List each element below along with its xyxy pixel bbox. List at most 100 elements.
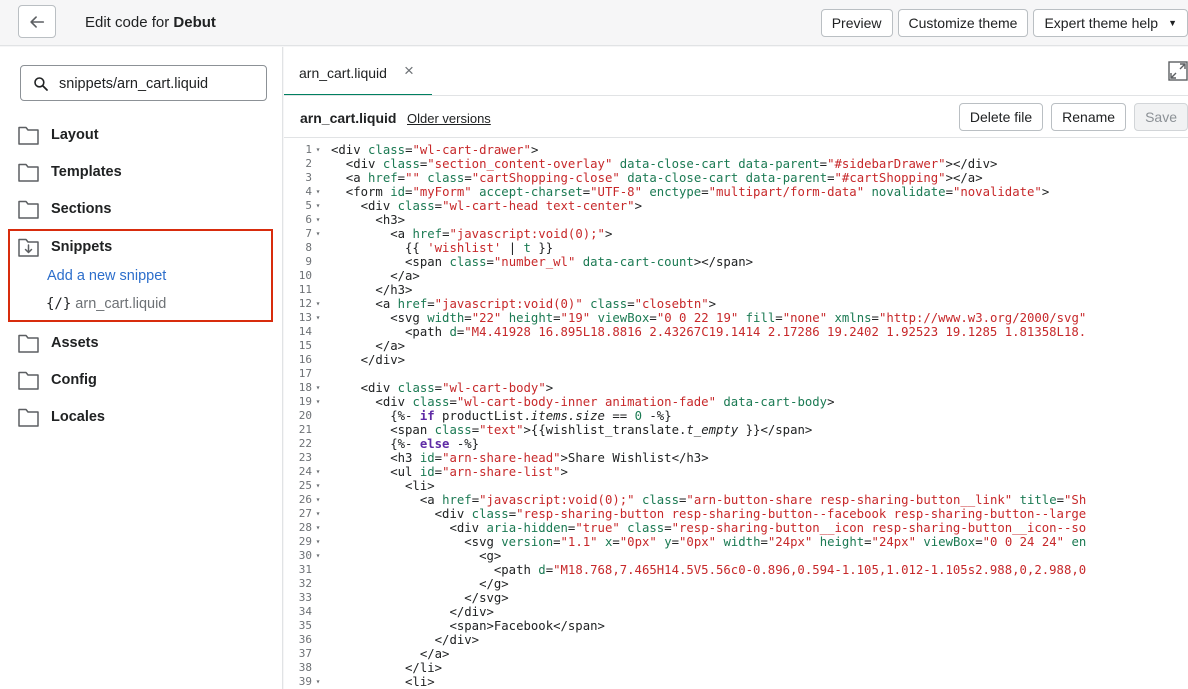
- code-token: <a: [331, 227, 413, 241]
- fold-arrow-icon[interactable]: ▾: [312, 521, 324, 535]
- folder-snippets[interactable]: Snippets: [18, 235, 112, 259]
- code-line: </h3>: [331, 283, 1086, 297]
- fold-arrow-icon[interactable]: ▾: [312, 143, 324, 157]
- code-token: </g>: [331, 577, 509, 591]
- code-editor-panel: arn_cart.liquid × arn_cart.liquid Older …: [284, 47, 1188, 689]
- line-number-text: 4: [305, 185, 312, 198]
- code-token: </h3>: [331, 283, 413, 297]
- fold-arrow-icon[interactable]: ▾: [312, 381, 324, 395]
- line-number: 5 ▾: [284, 199, 324, 213]
- line-number: 29 ▾: [284, 535, 324, 549]
- code-line: <path d="M18.768,7.465H14.5V5.56c0-0.896…: [331, 563, 1086, 577]
- line-number: 30 ▾: [284, 549, 324, 563]
- code-token: "": [405, 171, 420, 185]
- code-area[interactable]: 1 ▾ 2 3 4 ▾ 5 ▾ 6 ▾ 7 ▾ 8 9 10 11 12 ▾ 13 ▾ 14 15 16 17 18 ▾ 19 ▾ 20…: [284, 139, 1188, 689]
- delete-label: Delete file: [969, 109, 1033, 125]
- code-token: width: [427, 311, 465, 325]
- code-token: <div: [331, 395, 413, 409]
- code-token: data-parent: [738, 157, 820, 171]
- search-value: snippets/arn_cart.liquid: [59, 76, 209, 92]
- line-number: 21: [284, 423, 324, 437]
- save-button[interactable]: Save: [1134, 103, 1188, 131]
- code-token: <li>: [331, 675, 435, 689]
- code-token: =: [775, 311, 783, 325]
- code-token: viewBox: [597, 311, 650, 325]
- fold-arrow-icon[interactable]: ▾: [312, 199, 324, 213]
- search-input[interactable]: snippets/arn_cart.liquid: [20, 65, 267, 101]
- code-token: <div: [331, 381, 398, 395]
- fold-arrow-icon[interactable]: ▾: [312, 535, 324, 549]
- fullscreen-icon[interactable]: [1168, 61, 1188, 81]
- code-line: <h3>: [331, 213, 1086, 227]
- fold-arrow-icon[interactable]: ▾: [312, 311, 324, 325]
- older-versions-link[interactable]: Older versions: [407, 111, 491, 126]
- fold-arrow-icon[interactable]: ▾: [312, 479, 324, 493]
- line-number-text: 31: [298, 563, 312, 576]
- preview-button[interactable]: Preview: [820, 9, 893, 37]
- fold-arrow-icon[interactable]: ▾: [312, 465, 324, 479]
- code-token: "wl-cart-head text-center": [442, 199, 635, 213]
- code-token: class: [590, 297, 628, 311]
- code-token: =: [464, 311, 472, 325]
- folder-assets[interactable]: Assets: [18, 331, 99, 355]
- line-number-text: 30: [298, 549, 312, 562]
- code-line: <li>: [331, 479, 1086, 493]
- folder-locales[interactable]: Locales: [18, 405, 105, 429]
- expert-help-button[interactable]: Expert theme help ▼: [1033, 9, 1188, 37]
- fold-arrow-icon[interactable]: ▾: [312, 213, 324, 227]
- delete-file-button[interactable]: Delete file: [958, 103, 1044, 131]
- line-number: 14: [284, 325, 324, 339]
- fold-arrow-icon[interactable]: ▾: [312, 227, 324, 241]
- rename-button[interactable]: Rename: [1051, 103, 1127, 131]
- code-token: >: [545, 381, 554, 395]
- add-snippet-link[interactable]: Add a new snippet: [47, 268, 166, 284]
- line-number-text: 13: [298, 311, 312, 324]
- code-token: <span: [331, 423, 435, 437]
- code-token: class: [368, 143, 406, 157]
- back-button[interactable]: [18, 5, 56, 38]
- folder-sections[interactable]: Sections: [18, 197, 111, 221]
- code-line: <form id = "myForm" accept-charset = "UTF-8"…: [331, 185, 1086, 199]
- code-token: =: [471, 493, 480, 507]
- fold-arrow-icon[interactable]: ▾: [312, 395, 324, 409]
- folder-config[interactable]: Config: [18, 368, 97, 392]
- line-number-text: 25: [298, 479, 312, 492]
- code-token: >{{: [523, 423, 546, 437]
- code-token: "arn-share-list": [442, 465, 561, 479]
- code-line: <svg width="22" height="19" viewBox="0 0…: [331, 311, 1086, 325]
- folder-icon: [18, 126, 39, 145]
- top-bar: Edit code for Debut Preview Customize th…: [0, 0, 1188, 46]
- code-token: class: [412, 395, 450, 409]
- fold-arrow-icon[interactable]: ▾: [312, 185, 324, 199]
- fold-arrow-icon[interactable]: ▾: [312, 493, 324, 507]
- line-number-text: 18: [298, 381, 312, 394]
- code-token: t_empty: [686, 423, 739, 437]
- close-icon[interactable]: ×: [404, 61, 414, 81]
- code-token: else: [419, 437, 450, 451]
- folder-templates[interactable]: Templates: [18, 160, 122, 184]
- code-token: =: [545, 563, 554, 577]
- tab-arn-cart[interactable]: arn_cart.liquid ×: [284, 47, 432, 96]
- customize-theme-button[interactable]: Customize theme: [897, 9, 1029, 37]
- fold-arrow-icon[interactable]: ▾: [312, 507, 324, 521]
- code-token: =: [508, 507, 517, 521]
- code-token: <div: [331, 521, 487, 535]
- fold-arrow-icon[interactable]: ▾: [312, 549, 324, 563]
- line-number-text: 10: [298, 269, 312, 282]
- fold-arrow-icon[interactable]: ▾: [312, 297, 324, 311]
- line-number-text: 29: [298, 535, 312, 548]
- code-token: fill: [745, 311, 776, 325]
- fold-arrow-icon[interactable]: ▾: [312, 675, 324, 689]
- line-number: 15: [284, 339, 324, 353]
- code-token: -%}: [449, 437, 480, 451]
- file-arn-cart[interactable]: {/} arn_cart.liquid: [46, 296, 166, 312]
- folder-layout[interactable]: Layout: [18, 123, 99, 147]
- line-number: 35: [284, 619, 324, 633]
- code-token: "none": [782, 311, 828, 325]
- line-number: 27 ▾: [284, 507, 324, 521]
- code-token: =: [945, 185, 953, 199]
